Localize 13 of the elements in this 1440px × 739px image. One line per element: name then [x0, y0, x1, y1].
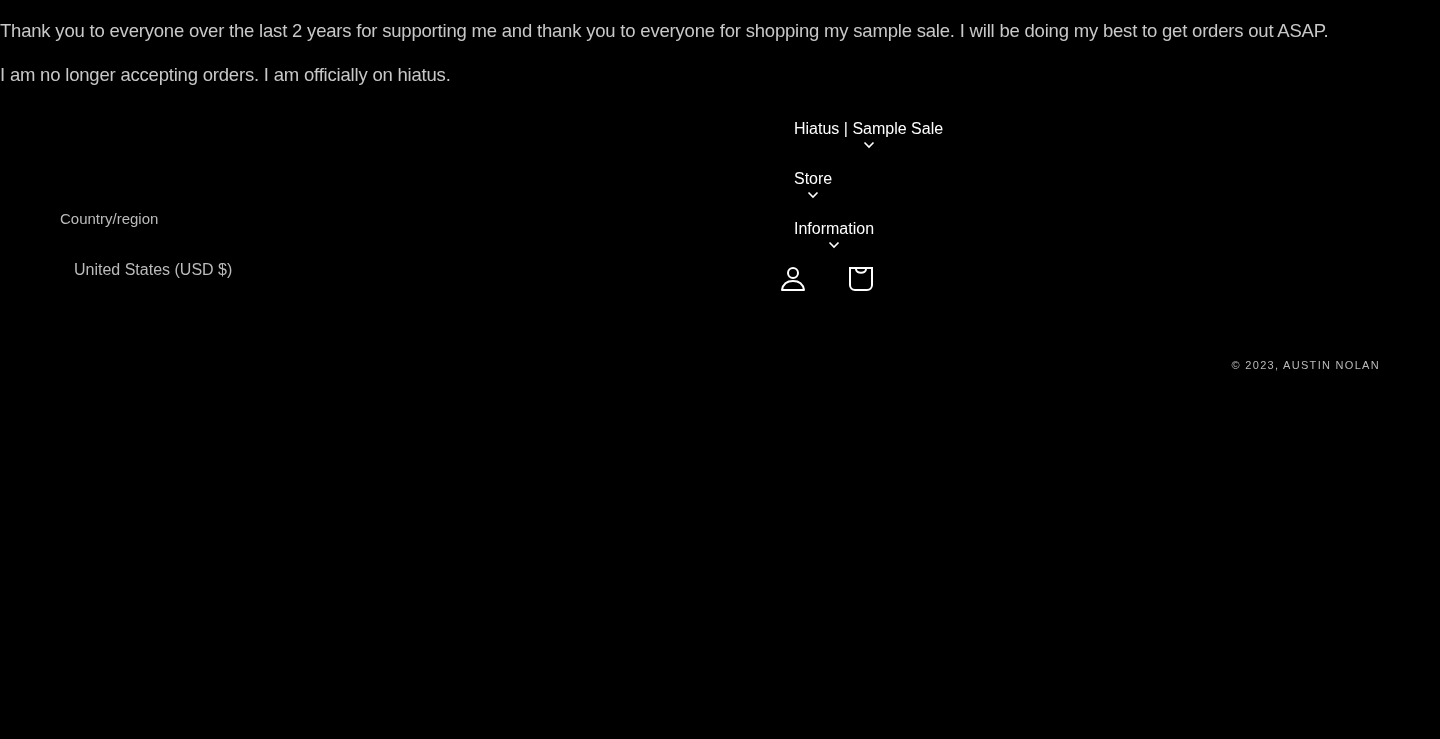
country-selector[interactable]: United States (USD $) — [74, 261, 780, 279]
account-icon[interactable] — [780, 265, 806, 293]
bag-icon[interactable] — [848, 265, 874, 293]
announcement-text: Thank you to everyone over the last 2 years for supporting me and thank you to everyone for shopping my sample sale. I will be doing my best to get orders out ASAP. — [0, 20, 1330, 42]
menu-item[interactable]: Information — [780, 220, 875, 270]
chevron-icon — [862, 141, 875, 149]
copyright-text: © 2023, AUSTIN NOLAN — [1231, 359, 1380, 371]
country-label: Country/region — [60, 210, 160, 227]
announcement-text: I am no longer accepting orders. I am officially on hiatus. — [0, 64, 452, 86]
menu-item[interactable]: Store — [780, 170, 833, 220]
chevron-icon — [807, 191, 820, 199]
menu-item[interactable]: Hiatus | Sample Sale — [780, 120, 944, 170]
chevron-icon — [828, 241, 840, 249]
